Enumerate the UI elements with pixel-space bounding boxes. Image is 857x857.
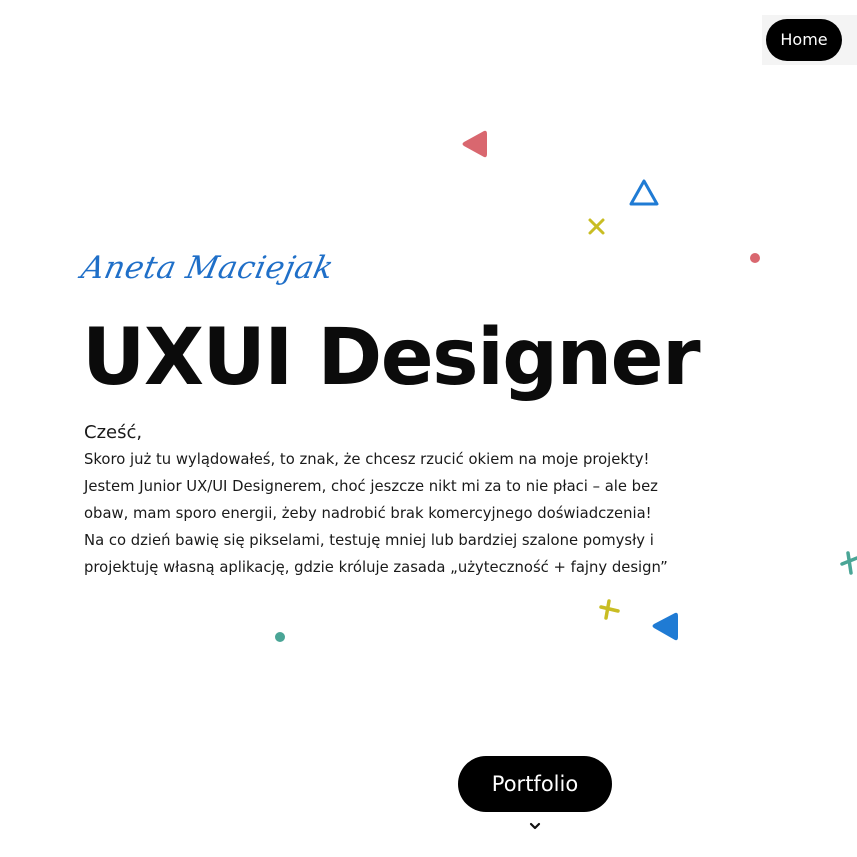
coral-dot-icon	[750, 253, 760, 263]
home-button[interactable]: Home	[766, 19, 842, 61]
page-title: UXUI Designer	[82, 313, 701, 403]
intro-line: Skoro już tu wylądowałeś, to znak, że ch…	[84, 451, 650, 468]
intro-paragraph: Skoro już tu wylądowałeś, to znak, że ch…	[84, 446, 784, 581]
teal-plus-icon	[840, 551, 857, 575]
teal-dot-icon	[275, 632, 285, 642]
signature: Aneta Maciejak	[78, 250, 338, 286]
greeting-text: Cześć,	[84, 422, 143, 443]
coral-triangle-icon	[462, 130, 487, 158]
intro-line: projektuję własną aplikację, gdzie królu…	[84, 559, 668, 576]
yellow-cross-icon	[588, 218, 605, 235]
yellow-plus-icon	[599, 599, 620, 620]
intro-line: Na co dzień bawię się pikselami, testuję…	[84, 532, 654, 549]
chevron-down-icon[interactable]	[527, 819, 543, 833]
intro-line: obaw, mam sporo energii, żeby nadrobić b…	[84, 505, 652, 522]
portfolio-button[interactable]: Portfolio	[458, 756, 612, 812]
blue-triangle-outline-icon	[629, 179, 659, 206]
intro-line: Jestem Junior UX/UI Designerem, choć jes…	[84, 478, 658, 495]
blue-triangle-icon	[652, 612, 678, 641]
